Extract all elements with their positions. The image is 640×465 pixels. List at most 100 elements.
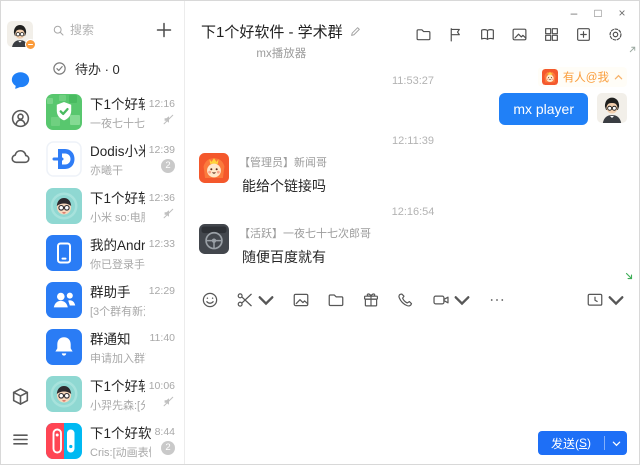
send-row: 发送(S) [185, 431, 639, 464]
search-input[interactable] [70, 23, 140, 37]
chat-list-item[interactable]: 下1个好软件 Cris:[动画表情]8:44 2 [39, 417, 184, 464]
menu-icon[interactable] [10, 429, 31, 450]
chat-name: 我的Android [90, 237, 145, 253]
at-me-label: 有人@我 [562, 72, 609, 84]
mute-icon [162, 113, 175, 126]
check-circle-icon [52, 61, 67, 76]
sender-name: 【管理员】新闻哥 [239, 157, 327, 169]
chat-name: 群通知 [90, 331, 131, 347]
chat-preview: 小米 so:电脑微 [90, 211, 145, 224]
contacts-icon[interactable] [10, 108, 31, 129]
folder-icon[interactable] [415, 26, 432, 43]
unread-badge: 2 [161, 441, 175, 455]
chat-list-item[interactable]: 群助手 [3个群有新消息]12:29 [39, 276, 184, 323]
chat-list-item[interactable]: Dodis小米亦曦干12:392 [39, 135, 184, 182]
message-input[interactable] [185, 313, 639, 431]
chat-preview: [3个群有新消息] [90, 305, 145, 318]
add-button[interactable] [154, 20, 174, 40]
at-me-chip[interactable]: 有人@我 [537, 67, 627, 87]
gift-toolbar-group [362, 291, 380, 309]
image-icon[interactable] [511, 26, 528, 43]
chat-name: Dodis小米 [90, 143, 145, 159]
sender-avatar[interactable] [199, 224, 229, 254]
conversation: 11:53:27 mx player 12:11:39 【管理员】新闻哥 能给个链接吗 1… [199, 75, 627, 267]
chat-right: 12:36 [149, 192, 175, 220]
chevron-down-icon[interactable] [607, 291, 625, 309]
todo-label: 待办 · 0 [75, 62, 120, 77]
screenshot-icon[interactable] [236, 291, 254, 309]
grid-icon[interactable] [543, 26, 560, 43]
maximize-button[interactable]: □ [586, 4, 610, 22]
chat-avatar [46, 281, 82, 318]
chevron-up-icon [614, 73, 623, 82]
sender-name: 【活跃】一夜七十七次郎哥 [239, 228, 371, 240]
chat-time: 12:36 [148, 191, 175, 204]
chevron-down-icon[interactable] [257, 291, 275, 309]
chat-time: 8:44 [154, 426, 175, 438]
message-bubble[interactable]: mx player [499, 93, 588, 125]
video-icon[interactable] [432, 291, 450, 309]
chat-name: 群助手 [90, 284, 131, 300]
folder-icon[interactable] [327, 291, 345, 309]
message-text[interactable]: 随便百度就有 [239, 247, 371, 267]
send-hotkey: S [578, 436, 587, 450]
more-icon[interactable] [488, 291, 506, 309]
message-text[interactable]: 能给个链接吗 [239, 176, 327, 196]
chat-meta: 下1个好软件一夜七十七次郎 [90, 93, 145, 131]
chat-preview: 申请加入群下1个好 [90, 352, 146, 365]
message-timestamp: 12:16:54 [391, 206, 435, 218]
close-button[interactable]: × [610, 4, 634, 22]
incoming-message: 【管理员】新闻哥能给个链接吗 [199, 153, 627, 196]
chat-list-item[interactable]: 下1个好软件小米 so:电脑微12:36 [39, 182, 184, 229]
unread-badge: 2 [161, 159, 175, 173]
search-box[interactable] [52, 23, 148, 37]
emoji-icon[interactable] [201, 291, 219, 309]
chat-right: 10:06 [149, 380, 175, 408]
chevron-down-icon [612, 439, 621, 448]
chat-preview: 一夜七十七次郎 [90, 117, 145, 130]
call-icon[interactable] [397, 291, 415, 309]
sender-avatar[interactable] [597, 93, 627, 123]
edit-pencil-icon[interactable] [349, 25, 362, 38]
image-icon[interactable] [292, 291, 310, 309]
chat-bubble-icon[interactable] [10, 70, 31, 91]
chat-name: 下1个好软件 [90, 96, 145, 112]
gear-icon[interactable] [607, 26, 624, 43]
minimize-button[interactable]: – [562, 4, 586, 22]
book-icon[interactable] [479, 26, 496, 43]
folder-toolbar-group [327, 291, 345, 309]
qq-app-window: 待办 · 0 下1个好软件一夜七十七次郎12:16Dodis小米亦曦干12:39… [0, 0, 640, 465]
chat-list-item[interactable]: 群通知申请加入群下1个好11:40 [39, 323, 184, 370]
rail-bottom-icons [10, 386, 31, 450]
chat-history-icon[interactable] [586, 291, 604, 309]
screenshot-toolbar-group [236, 291, 275, 309]
chat-title-block: 下1个好软件 - 学术群 mx播放器 [201, 21, 362, 61]
chat-avatar [46, 93, 82, 130]
chat-avatar [46, 187, 82, 224]
chat-time: 11:40 [149, 332, 176, 344]
chat-list-item[interactable]: 下1个好软件小羿先森:[分享]10:06 [39, 370, 184, 417]
chat-avatar [46, 422, 82, 459]
my-avatar[interactable] [7, 21, 36, 50]
chat-list-item[interactable]: 我的Android 你已登录手机Q12:33 [39, 229, 184, 276]
plus-box-icon[interactable] [575, 26, 592, 43]
workbox-icon[interactable] [10, 386, 31, 407]
send-options-button[interactable] [605, 431, 627, 455]
flag-icon[interactable] [447, 26, 464, 43]
sender-avatar[interactable] [199, 153, 229, 183]
chevron-down-icon[interactable] [453, 291, 471, 309]
todo-row[interactable]: 待办 · 0 [39, 46, 184, 88]
chat-time: 12:29 [148, 285, 175, 297]
chat-meta: 群通知申请加入群下1个好 [90, 328, 146, 366]
gift-icon[interactable] [362, 291, 380, 309]
chat-time: 10:06 [148, 379, 175, 392]
chat-right: 11:40 [150, 332, 176, 361]
send-button[interactable]: 发送(S) [538, 431, 604, 455]
window-controls: – □ × [562, 4, 634, 22]
cloud-icon[interactable] [10, 146, 31, 167]
video-toolbar-group [432, 291, 471, 309]
chat-name: 下1个好软件 [90, 190, 145, 206]
arrow-up-right-icon [628, 45, 637, 54]
chat-list-item[interactable]: 下1个好软件一夜七十七次郎12:16 [39, 88, 184, 135]
arrow-down-right-icon[interactable] [624, 271, 634, 281]
